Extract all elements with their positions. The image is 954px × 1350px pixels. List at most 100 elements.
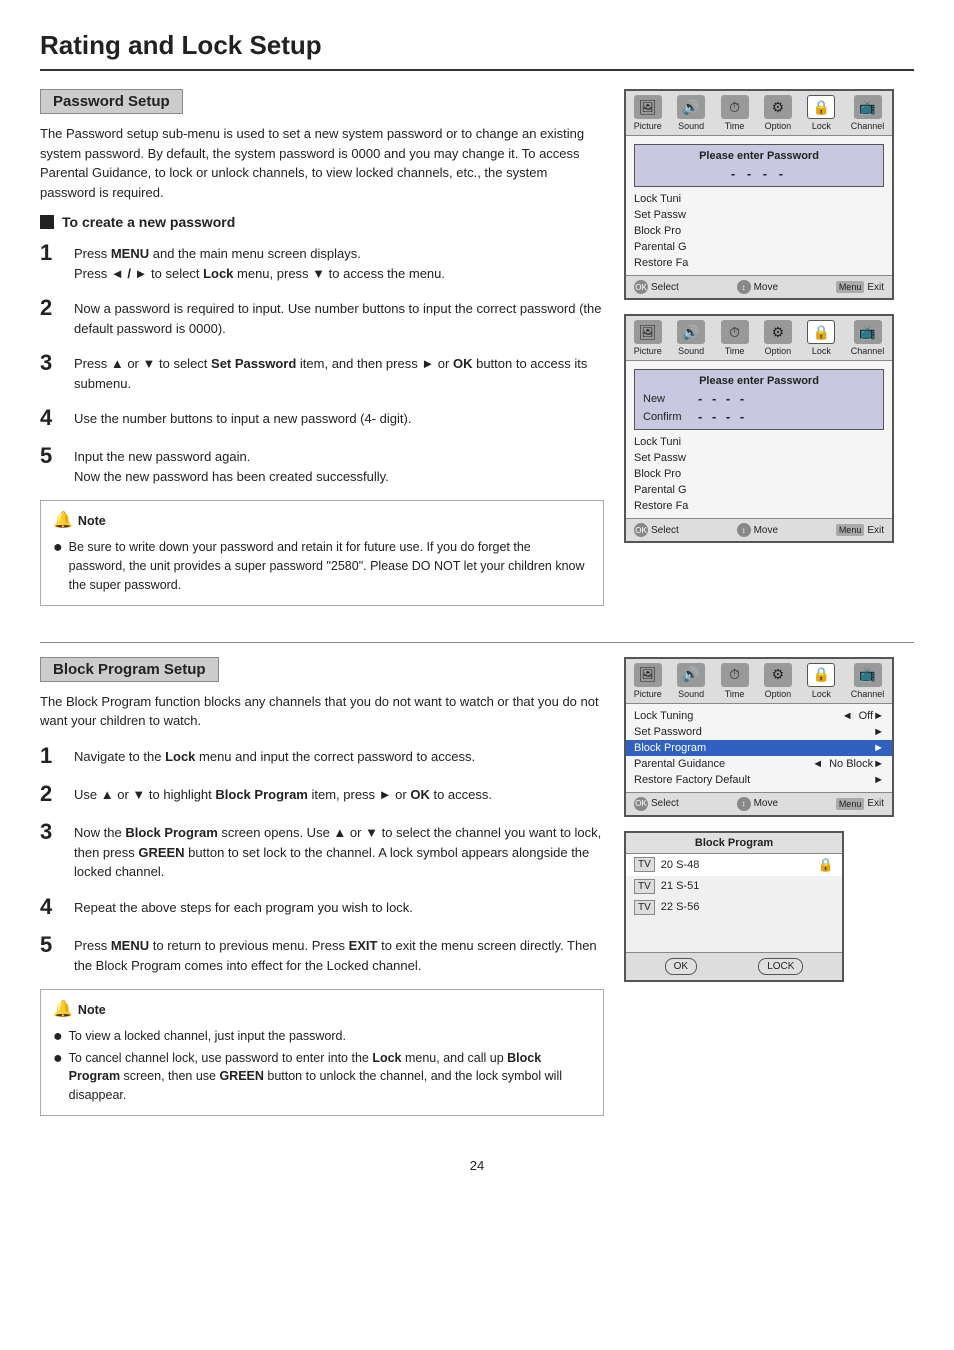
block-description: The Block Program function blocks any ch… [40, 692, 604, 731]
note-title: 🔔 Note [53, 509, 591, 533]
bp-tag-3: TV [634, 900, 655, 915]
menu-row-set-password-3: Set Password ► [626, 724, 892, 740]
tv-menu-1: 🖼 Picture 🔊 Sound ⏱ Time ⚙ Option [624, 89, 894, 300]
footer-move-2: ↕ Move [737, 523, 778, 537]
icon-time-2: ⏱ Time [721, 320, 749, 356]
section-separator [40, 642, 914, 643]
step-item: 2 Now a password is required to input. U… [40, 295, 604, 338]
icon-channel-2: 📺 Channel [851, 320, 885, 356]
icon-picture: 🖼 Picture [634, 95, 662, 131]
block-step-item: 1 Navigate to the Lock menu and input th… [40, 743, 604, 769]
bp-channel-row-1: TV 20 S-48 🔒 [626, 854, 842, 876]
password-left-col: Password Setup The Password setup sub-me… [40, 89, 604, 624]
footer-select-3: OK Select [634, 797, 679, 811]
footer-exit-3: Menu Exit [836, 797, 884, 811]
block-step-item: 5 Press MENU to return to previous menu.… [40, 932, 604, 975]
footer-select-2: OK Select [634, 523, 679, 537]
ok-circle-icon-3: OK [634, 797, 648, 811]
tv-footer-3: OK Select ↕ Move Menu Exit [626, 792, 892, 815]
block-program-ui: Block Program TV 20 S-48 🔒 TV 21 S-51 TV… [624, 831, 844, 982]
footer-select: OK Select [634, 280, 679, 294]
tv-menu-body-3: Lock Tuning ◄ Off ► Set Password ► Block… [626, 704, 892, 792]
tv-dialog-title-1: Please enter Password [643, 150, 875, 162]
icon-picture-3: 🖼 Picture [634, 663, 662, 699]
black-square-icon [40, 215, 54, 229]
bp-title: Block Program [626, 833, 842, 854]
icon-lock: 🔒 Lock [807, 95, 835, 131]
block-note-item-2: ● To cancel channel lock, use password t… [53, 1049, 591, 1105]
block-note-title: 🔔 Note [53, 998, 591, 1022]
block-note-item-1: ● To view a locked channel, just input t… [53, 1027, 591, 1046]
ok-circle-icon: OK [634, 280, 648, 294]
tv-menu-2: 🖼 Picture 🔊 Sound ⏱ Time ⚙ Option [624, 314, 894, 543]
menu-row-set-password: Set Passw [626, 207, 892, 223]
password-description: The Password setup sub-menu is used to s… [40, 124, 604, 202]
tv-footer-2: OK Select ↕ Move Menu Exit [626, 518, 892, 541]
block-section-header: Block Program Setup [40, 657, 219, 682]
menu-row-restore-3: Restore Factory Default ► [626, 772, 892, 788]
menu-row-block-program-3: Block Program ► [626, 740, 892, 756]
password-right-col: 🖼 Picture 🔊 Sound ⏱ Time ⚙ Option [624, 89, 914, 624]
footer-exit-2: Menu Exit [836, 523, 884, 537]
dialog-confirm-row: Confirm - - - - [643, 409, 875, 424]
bp-ok-button[interactable]: OK [665, 958, 697, 975]
bp-spacer [626, 918, 842, 948]
password-note: 🔔 Note ● Be sure to write down your pass… [40, 500, 604, 605]
note-icon-2: 🔔 [53, 998, 73, 1022]
icon-option-3: ⚙ Option [764, 663, 792, 699]
move-circle-icon-2: ↕ [737, 523, 751, 537]
bp-tag-2: TV [634, 879, 655, 894]
menu-row-restore: Restore Fa [626, 255, 892, 271]
menu-row-block-pro-2: Block Pro [626, 466, 892, 482]
icon-option-2: ⚙ Option [764, 320, 792, 356]
icon-time: ⏱ Time [721, 95, 749, 131]
icon-picture-2: 🖼 Picture [634, 320, 662, 356]
block-steps: 1 Navigate to the Lock menu and input th… [40, 743, 604, 976]
icon-sound: 🔊 Sound [677, 95, 705, 131]
tv-dialog-title-2: Please enter Password [643, 375, 875, 387]
tv-footer-1: OK Select ↕ Move Menu Exit [626, 275, 892, 298]
tv-menu-icons-2: 🖼 Picture 🔊 Sound ⏱ Time ⚙ Option [626, 316, 892, 361]
step-item: 1 Press MENU and the main menu screen di… [40, 240, 604, 283]
menu-row-block-pro: Block Pro [626, 223, 892, 239]
block-step-item: 3 Now the Block Program screen opens. Us… [40, 819, 604, 882]
bp-tag-1: TV [634, 857, 655, 872]
password-section: Password Setup The Password setup sub-me… [40, 89, 914, 624]
ok-circle-icon-2: OK [634, 523, 648, 537]
note-icon: 🔔 [53, 509, 73, 533]
tv-menu-body-1: Please enter Password - - - - Lock Tuni … [626, 136, 892, 275]
password-section-header: Password Setup [40, 89, 183, 114]
block-left-col: Block Program Setup The Block Program fu… [40, 657, 604, 1134]
menu-label-3: Menu [836, 798, 865, 810]
bp-channel-1: 20 S-48 [661, 859, 812, 871]
step-item: 3 Press ▲ or ▼ to select Set Password it… [40, 350, 604, 393]
dialog-new-row: New - - - - [643, 391, 875, 406]
icon-option: ⚙ Option [764, 95, 792, 131]
menu-label-2: Menu [836, 524, 865, 536]
tv-menu-3: 🖼 Picture 🔊 Sound ⏱ Time ⚙ Option [624, 657, 894, 817]
block-right-col: 🖼 Picture 🔊 Sound ⏱ Time ⚙ Option [624, 657, 914, 1134]
block-step-item: 2 Use ▲ or ▼ to highlight Block Program … [40, 781, 604, 807]
block-program-section: Block Program Setup The Block Program fu… [40, 657, 914, 1134]
step-item: 4 Use the number buttons to input a new … [40, 405, 604, 431]
icon-channel-3: 📺 Channel [851, 663, 885, 699]
note-item: ● Be sure to write down your password an… [53, 538, 591, 594]
step-item: 5 Input the new password again.Now the n… [40, 443, 604, 486]
bp-channel-2: 21 S-51 [661, 880, 834, 892]
icon-lock-3: 🔒 Lock [807, 663, 835, 699]
bp-lock-icon-1: 🔒 [818, 857, 834, 873]
bp-channel-3: 22 S-56 [661, 901, 834, 913]
menu-row-set-password-2: Set Passw [626, 450, 892, 466]
bp-footer: OK LOCK [626, 952, 842, 980]
menu-row-lock-tuning: Lock Tuni [626, 191, 892, 207]
icon-sound-3: 🔊 Sound [677, 663, 705, 699]
block-step-item: 4 Repeat the above steps for each progra… [40, 894, 604, 920]
bp-lock-button[interactable]: LOCK [758, 958, 803, 975]
menu-label: Menu [836, 281, 865, 293]
tv-dialog-2: Please enter Password New - - - - Confir… [634, 369, 884, 430]
page-number: 24 [40, 1158, 914, 1173]
block-note: 🔔 Note ● To view a locked channel, just … [40, 989, 604, 1115]
tv-menu-icons: 🖼 Picture 🔊 Sound ⏱ Time ⚙ Option [626, 91, 892, 136]
tv-menu-icons-3: 🖼 Picture 🔊 Sound ⏱ Time ⚙ Option [626, 659, 892, 704]
move-circle-icon: ↕ [737, 280, 751, 294]
